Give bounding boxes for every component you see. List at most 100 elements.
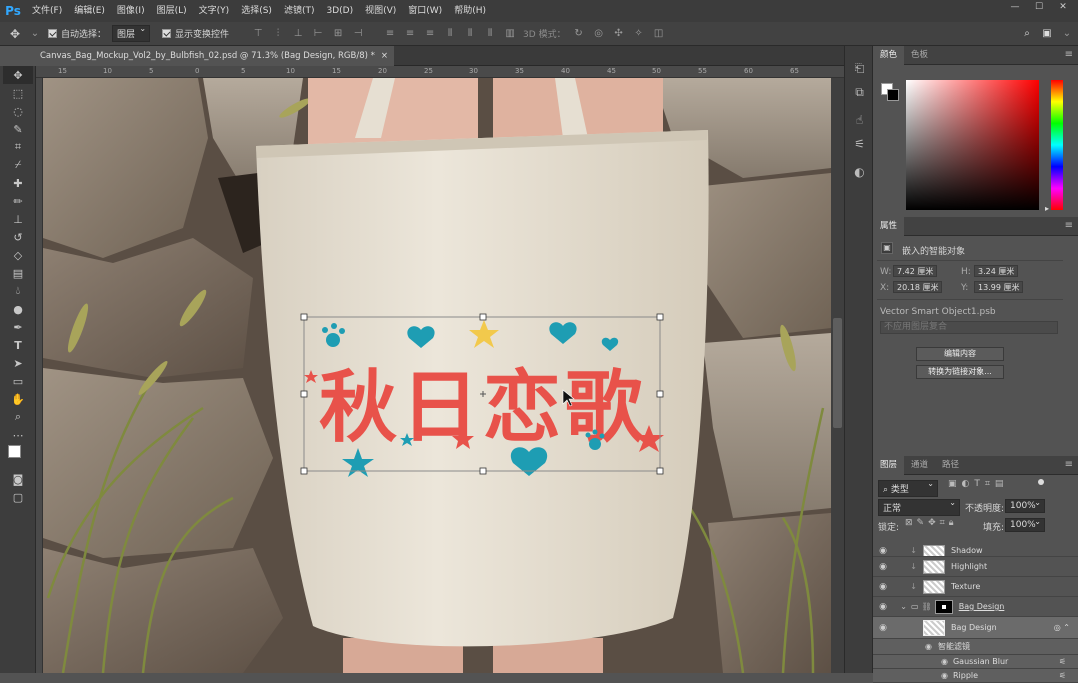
layer-comp-dropdown[interactable]: 不应用图层复合: [880, 321, 1058, 334]
scale-3d-icon[interactable]: ◫: [652, 28, 666, 40]
dodge-tool-icon[interactable]: ●: [3, 300, 33, 318]
orbit-3d-icon[interactable]: ↻: [572, 28, 586, 40]
healing-brush-tool-icon[interactable]: ✚: [3, 174, 33, 192]
menu-view[interactable]: 视图(V): [359, 0, 402, 22]
tab-paths[interactable]: 路径: [935, 456, 966, 475]
styles-icon[interactable]: ◐: [845, 160, 874, 184]
distribute-right-icon[interactable]: ⦀: [483, 28, 497, 40]
pen-tool-icon[interactable]: ✒: [3, 318, 33, 336]
opacity-field[interactable]: 100%: [1005, 498, 1045, 513]
slide-3d-icon[interactable]: ✧: [632, 28, 646, 40]
brush-tool-icon[interactable]: ✏: [3, 192, 33, 210]
filter-toggle-icon[interactable]: [1038, 479, 1044, 485]
visibility-eye-icon[interactable]: ◉: [941, 671, 948, 680]
color-swatches-icon[interactable]: [3, 444, 33, 470]
menu-layer[interactable]: 图层(L): [151, 0, 193, 22]
history-brush-tool-icon[interactable]: ↺: [3, 228, 33, 246]
menu-filter[interactable]: 滤镜(T): [278, 0, 321, 22]
align-top-icon[interactable]: ⊤: [251, 28, 265, 40]
distribute-vcenter-icon[interactable]: ≡: [403, 28, 417, 40]
screen-mode-icon[interactable]: ▢: [3, 488, 33, 506]
fill-field[interactable]: 100%: [1005, 517, 1045, 532]
roll-3d-icon[interactable]: ◎: [592, 28, 606, 40]
smart-filter-icon[interactable]: ◎ ⌃: [1054, 623, 1070, 632]
pan-3d-icon[interactable]: ✣: [612, 28, 626, 40]
edit-contents-button[interactable]: 编辑内容: [916, 347, 1004, 361]
maximize-button[interactable]: ☐: [1028, 0, 1050, 14]
auto-align-icon[interactable]: ▥: [503, 28, 517, 40]
document-tab[interactable]: Canvas_Bag_Mockup_Vol2_by_Bulbfish_02.ps…: [36, 46, 395, 66]
visibility-eye-icon[interactable]: ◉: [873, 546, 893, 556]
align-bottom-icon[interactable]: ⊥: [291, 28, 305, 40]
blur-tool-icon[interactable]: 💧︎: [3, 282, 33, 300]
hue-slider[interactable]: [1051, 80, 1063, 210]
tab-swatches[interactable]: 色板: [904, 46, 935, 65]
visibility-eye-icon[interactable]: ◉: [941, 657, 948, 666]
height-field[interactable]: 3.24 厘米: [974, 265, 1019, 277]
visibility-eye-icon[interactable]: ◉: [873, 562, 893, 572]
visibility-eye-icon[interactable]: ◉: [925, 642, 932, 651]
convert-to-linked-button[interactable]: 转换为链接对象...: [916, 365, 1004, 379]
layer-filter-icons[interactable]: ▣◐T⌗▤: [948, 479, 1008, 489]
blend-mode-dropdown[interactable]: 正常: [878, 498, 960, 516]
y-field[interactable]: 13.99 厘米: [974, 281, 1024, 293]
marquee-tool-icon[interactable]: ⬚: [3, 84, 33, 102]
document-canvas[interactable]: 秋日恋歌: [43, 78, 831, 673]
x-field[interactable]: 20.18 厘米: [893, 281, 943, 293]
panel-menu-icon[interactable]: ≡: [1065, 220, 1073, 231]
hue-slider-marker-icon[interactable]: ▸: [1045, 204, 1049, 213]
move-tool-icon[interactable]: ✥: [3, 66, 33, 84]
visibility-eye-icon[interactable]: ◉: [873, 582, 893, 592]
scrollbar-thumb[interactable]: [833, 318, 842, 428]
quick-mask-icon[interactable]: ◙: [3, 470, 33, 488]
history-panel-icon[interactable]: ⎗: [845, 56, 874, 80]
visibility-eye-icon[interactable]: ◉: [873, 623, 893, 633]
layer-row[interactable]: ◉ ↓ Texture: [873, 577, 1078, 597]
clone-stamp-tool-icon[interactable]: ⊥: [3, 210, 33, 228]
lasso-tool-icon[interactable]: ◌: [3, 102, 33, 120]
menu-image[interactable]: 图像(I): [111, 0, 151, 22]
tab-properties[interactable]: 属性: [873, 216, 905, 236]
adjustments-icon[interactable]: ⚟: [845, 132, 874, 156]
tool-presets-icon[interactable]: ☝: [845, 108, 874, 132]
gradient-tool-icon[interactable]: ▤: [3, 264, 33, 282]
auto-select-checkbox[interactable]: [48, 29, 57, 38]
minimize-button[interactable]: —: [1004, 0, 1026, 14]
layer-row[interactable]: ◉ ↓ Shadow: [873, 545, 1078, 557]
eraser-tool-icon[interactable]: ◇: [3, 246, 33, 264]
more-tools-icon[interactable]: ⋯: [3, 426, 33, 444]
layer-comps-icon[interactable]: ⧉: [845, 80, 874, 104]
visibility-eye-icon[interactable]: ◉: [873, 602, 893, 612]
zoom-tool-icon[interactable]: ⌕: [3, 408, 33, 426]
filter-row[interactable]: ◉ Ripple ⚟: [873, 669, 1078, 683]
close-window-button[interactable]: ✕: [1052, 0, 1074, 14]
search-icon[interactable]: ⌕: [1020, 28, 1034, 40]
tab-color[interactable]: 颜色: [873, 45, 905, 65]
distribute-hcenter-icon[interactable]: ⦀: [463, 28, 477, 40]
workspace-chevron-icon[interactable]: ⌄: [1060, 28, 1074, 40]
distribute-bottom-icon[interactable]: ≡: [423, 28, 437, 40]
align-right-icon[interactable]: ⊣: [351, 28, 365, 40]
menu-help[interactable]: 帮助(H): [448, 0, 492, 22]
crop-tool-icon[interactable]: ⌗: [3, 138, 33, 156]
align-hcenter-icon[interactable]: ⊞: [331, 28, 345, 40]
move-tool-icon[interactable]: ✥: [8, 27, 22, 41]
width-field[interactable]: 7.42 厘米: [893, 265, 938, 277]
tab-layers[interactable]: 图层: [873, 455, 905, 475]
show-transform-checkbox[interactable]: [162, 29, 172, 38]
rectangle-tool-icon[interactable]: ▭: [3, 372, 33, 390]
layer-group-row[interactable]: ◉ ⌄ ▭ ⛓︎ Bag Design: [873, 597, 1078, 617]
close-tab-icon[interactable]: ×: [381, 51, 388, 61]
distribute-left-icon[interactable]: ⦀: [443, 28, 457, 40]
filter-options-icon[interactable]: ⚟: [1059, 657, 1066, 666]
filter-options-icon[interactable]: ⚟: [1059, 671, 1066, 680]
type-tool-icon[interactable]: T: [3, 336, 33, 354]
layer-row-selected[interactable]: ◉ Bag Design ◎ ⌃: [873, 617, 1078, 639]
layer-row[interactable]: ◉ ↓ Highlight: [873, 557, 1078, 577]
workspace-icon[interactable]: ▣: [1040, 28, 1054, 40]
tab-channels[interactable]: 通道: [904, 456, 935, 475]
layer-filter-dropdown[interactable]: ⌕ 类型: [878, 479, 938, 497]
menu-edit[interactable]: 编辑(E): [68, 0, 111, 22]
menu-type[interactable]: 文字(Y): [193, 0, 236, 22]
vertical-scrollbar[interactable]: [831, 78, 844, 673]
